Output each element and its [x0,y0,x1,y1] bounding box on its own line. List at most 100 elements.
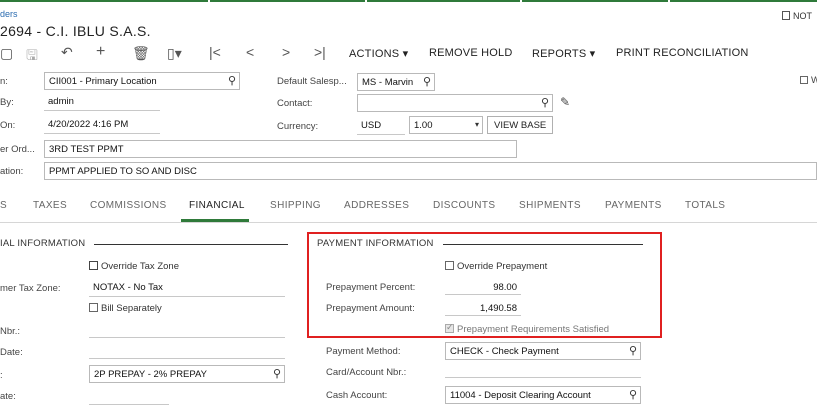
cash-account-field[interactable]: 11004 - Deposit Clearing Account ⚲ [445,386,641,404]
delete-icon[interactable]: 🗑 [132,45,150,62]
tab-taxes[interactable]: TAXES [33,200,67,211]
rate-value: 1.00 [414,120,433,131]
tab-shipments[interactable]: SHIPMENTS [519,200,581,211]
card-account-label: Card/Account Nbr.: [326,367,407,378]
search-icon[interactable]: ⚲ [423,75,431,88]
terms-label: : [0,370,3,381]
ate-label: ate: [0,391,16,402]
tab-totals[interactable]: TOTALS [685,200,725,211]
created-on-label: On: [0,120,16,131]
tab-commissions[interactable]: COMMISSIONS [90,200,167,211]
requirements-satisfied-label: Prepayment Requirements Satisfied [457,324,610,335]
top-accent-bar [0,0,817,2]
contact-field[interactable]: ⚲ [357,94,553,112]
section-rule [94,244,288,245]
tab-financial[interactable]: FINANCIAL [189,200,245,211]
bill-separately-checkbox[interactable] [89,303,98,312]
nbr-label: Nbr.: [0,326,21,337]
cash-account-label: Cash Account: [326,390,388,401]
reports-menu-button[interactable]: REPORTS ▾ [532,47,595,60]
location-field[interactable]: CII001 - Primary Location ⚲ [44,72,240,90]
chevron-down-icon: ▾ [402,48,409,60]
terms-field[interactable]: 2P PREPAY - 2% PREPAY ⚲ [89,365,285,383]
copy-icon[interactable]: ▢ [0,45,13,62]
tab-divider [0,222,817,223]
clipboard-icon[interactable]: ▯▾ [167,45,182,62]
tab-partial[interactable]: S [0,200,7,211]
created-by-field: admin [44,93,160,111]
currency-field[interactable]: USD [357,117,405,135]
contact-label: Contact: [277,98,313,109]
customer-order-field[interactable]: 3RD TEST PPMT [44,140,517,158]
actions-menu-button[interactable]: ACTIONS ▾ [349,47,408,60]
page-title: 2694 - C.I. IBLU S.A.S. [0,23,151,39]
override-tax-zone-label: Override Tax Zone [101,261,179,272]
financial-section-title: IAL INFORMATION [0,238,86,249]
prepayment-amount-label: Prepayment Amount: [326,303,415,314]
override-prepayment-checkbox[interactable] [445,261,454,270]
prepayment-percent-label: Prepayment Percent: [326,282,416,293]
requirements-satisfied-checkbox [445,322,454,333]
print-reconciliation-button[interactable]: PRINT RECONCILIATION [616,47,749,59]
description-label: ation: [0,166,24,177]
created-on-field: 4/20/2022 4:16 PM [44,116,160,134]
customer-order-value: 3RD TEST PPMT [49,144,124,155]
tab-payments[interactable]: PAYMENTS [605,200,662,211]
search-icon[interactable]: ⚲ [629,344,637,357]
salesperson-value: MS - Marvin [362,77,414,88]
chevron-down-icon: ▾ [474,120,479,129]
chevron-down-icon: ▾ [589,48,596,60]
card-account-field[interactable] [445,377,641,378]
search-icon[interactable]: ⚲ [228,74,236,87]
search-icon[interactable]: ⚲ [541,96,549,109]
payment-method-label: Payment Method: [326,346,401,357]
terms-value: 2P PREPAY - 2% PREPAY [94,369,207,380]
nbr-field[interactable] [89,337,285,338]
override-prepayment-label: Override Prepayment [457,261,548,272]
edit-pencil-icon[interactable]: ✎ [560,95,570,109]
salesperson-field[interactable]: MS - Marvin ⚲ [357,73,435,91]
payment-method-value: CHECK - Check Payment [450,346,559,357]
active-tab-indicator [181,219,249,222]
currency-value: USD [361,120,382,131]
notes-link[interactable]: NOT [782,11,812,22]
search-icon[interactable]: ⚲ [273,367,281,380]
prepayment-amount-value: 1,490.58 [480,303,517,314]
section-rule [443,244,643,245]
last-record-icon[interactable]: >| [314,44,326,60]
remove-hold-button[interactable]: REMOVE HOLD [429,47,513,59]
tax-zone-field[interactable]: NOTAX - No Tax [89,279,285,297]
description-field[interactable]: PPMT APPLIED TO SO AND DISC [44,162,817,180]
created-on-value: 4/20/2022 4:16 PM [48,119,129,130]
tab-shipping[interactable]: SHIPPING [270,200,321,211]
bill-separately-label: Bill Separately [101,303,162,314]
rate-select[interactable]: 1.00 ▾ [409,116,483,134]
save-icon[interactable]: 🖫 [26,45,38,69]
right-edge-checkbox[interactable] [800,76,808,84]
ate-field[interactable] [89,404,169,405]
breadcrumb[interactable]: ders [0,9,18,19]
location-label: n: [0,76,8,87]
undo-icon[interactable]: ↶ [61,44,73,61]
customer-order-label: er Ord... [0,144,35,155]
override-tax-zone-checkbox[interactable] [89,261,98,270]
tab-discounts[interactable]: DISCOUNTS [433,200,496,211]
search-icon[interactable]: ⚲ [629,388,637,401]
next-record-icon[interactable]: > [282,44,290,60]
tax-zone-value: NOTAX - No Tax [93,282,163,293]
first-record-icon[interactable]: |< [209,44,221,60]
add-icon[interactable]: + [96,43,105,61]
notes-label: NOT [793,11,812,21]
date-field[interactable] [89,358,285,359]
created-by-label: By: [0,97,14,108]
tab-addresses[interactable]: ADDRESSES [344,200,409,211]
reports-label: REPORTS [532,48,587,60]
payment-method-field[interactable]: CHECK - Check Payment ⚲ [445,342,641,360]
created-by-value: admin [48,96,74,107]
view-base-button[interactable]: VIEW BASE [487,116,554,134]
salesperson-label: Default Salesp... [277,76,347,87]
prepayment-percent-field[interactable] [445,294,521,295]
previous-record-icon[interactable]: < [246,44,254,60]
prepayment-percent-value: 98.00 [493,282,517,293]
prepayment-amount-field[interactable] [445,315,521,316]
